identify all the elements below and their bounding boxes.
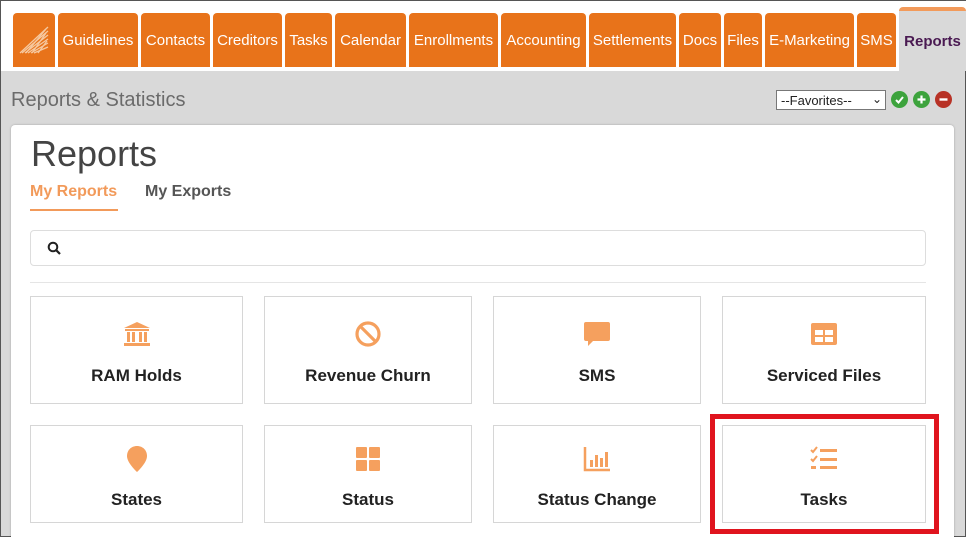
plus-icon — [917, 95, 926, 104]
report-tile-label: Serviced Files — [766, 366, 882, 385]
tab-reports[interactable]: Reports — [899, 7, 966, 71]
logo-icon — [19, 26, 49, 54]
tab-e-marketing[interactable]: E-Marketing — [765, 13, 854, 67]
tab-enrollments[interactable]: Enrollments — [409, 13, 498, 67]
search-icon — [47, 241, 62, 261]
favorites-select[interactable]: --Favorites-- ⌄ — [776, 90, 886, 110]
tab-tasks[interactable]: Tasks — [285, 13, 332, 67]
tab-accounting[interactable]: Accounting — [501, 13, 586, 67]
home-logo-tab[interactable] — [13, 13, 55, 67]
tab-my-reports[interactable]: My Reports — [30, 183, 117, 201]
favorite-add-button[interactable] — [913, 91, 930, 108]
message-icon — [584, 322, 610, 346]
report-tile-label: Revenue Churn — [305, 366, 431, 385]
report-tile-status[interactable]: Status — [264, 425, 472, 523]
report-tile-status-change[interactable]: Status Change — [493, 425, 701, 523]
report-tile-label: RAM Holds — [91, 366, 182, 385]
check-icon — [895, 96, 904, 104]
divider — [30, 282, 926, 283]
tab-guidelines[interactable]: Guidelines — [58, 13, 138, 67]
favorite-remove-button[interactable] — [935, 91, 952, 108]
bar-chart-icon — [583, 447, 610, 472]
page-title: Reports — [31, 133, 158, 174]
search-input[interactable] — [71, 237, 911, 261]
report-tile-ram-holds[interactable]: RAM Holds — [30, 296, 243, 404]
favorites-select-value: --Favorites-- — [781, 92, 852, 108]
highlight-box — [710, 414, 939, 534]
bank-icon — [123, 322, 150, 346]
favorite-confirm-button[interactable] — [891, 91, 908, 108]
minus-icon — [939, 98, 948, 101]
table-icon — [811, 323, 837, 345]
report-tile-sms[interactable]: SMS — [493, 296, 701, 404]
page-header-title: Reports & Statistics — [11, 89, 186, 111]
tab-settlements[interactable]: Settlements — [589, 13, 676, 67]
ban-icon — [355, 321, 381, 347]
tab-sms[interactable]: SMS — [857, 13, 896, 67]
report-tile-label: States — [110, 490, 163, 509]
report-tile-serviced-files[interactable]: Serviced Files — [722, 296, 926, 404]
tab-my-exports[interactable]: My Exports — [145, 183, 231, 201]
tab-creditors[interactable]: Creditors — [213, 13, 282, 67]
report-tile-label: Status Change — [537, 490, 657, 509]
report-tile-states[interactable]: States — [30, 425, 243, 523]
report-tile-label: SMS — [578, 366, 616, 385]
tab-calendar[interactable]: Calendar — [335, 13, 406, 67]
report-tile-revenue-churn[interactable]: Revenue Churn — [264, 296, 472, 404]
search-box[interactable] — [30, 230, 926, 266]
report-tile-label: Status — [342, 490, 394, 509]
active-tab-indicator — [30, 209, 118, 211]
tab-docs[interactable]: Docs — [679, 13, 721, 67]
tab-files[interactable]: Files — [724, 13, 762, 67]
tab-contacts[interactable]: Contacts — [141, 13, 210, 67]
chevron-down-icon: ⌄ — [871, 92, 882, 106]
grid-icon — [356, 447, 380, 471]
map-pin-icon — [126, 446, 147, 472]
top-nav: Guidelines Contacts Creditors Tasks Cale… — [1, 1, 966, 71]
